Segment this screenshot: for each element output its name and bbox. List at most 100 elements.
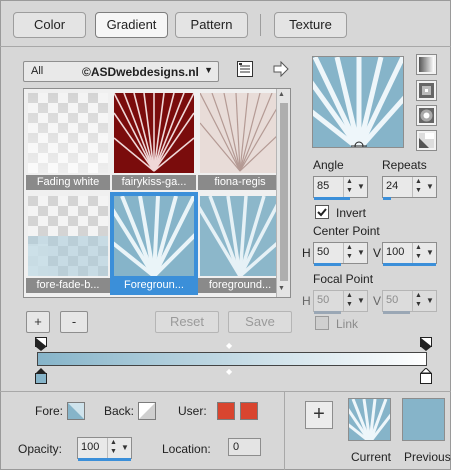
transparency-stop-right[interactable] <box>420 337 432 351</box>
gradient-thumbnail <box>28 196 108 276</box>
center-h-bar <box>314 263 341 266</box>
focal-v-bar <box>383 311 410 314</box>
opacity-value: 100 <box>81 441 100 453</box>
tab-pattern[interactable]: Pattern <box>175 12 248 38</box>
gradient-item-selected[interactable]: Foregroun... <box>110 192 198 295</box>
angle-value: 85 <box>317 180 330 192</box>
focal-v-updown-icon[interactable]: ▲ ▼ <box>412 291 424 311</box>
focal-v-label: V <box>373 294 382 308</box>
chevron-down-icon[interactable]: ▼ <box>355 243 367 263</box>
bottom-divider <box>0 391 451 392</box>
gradient-item[interactable]: Fading white <box>26 91 110 190</box>
focal-v-input[interactable]: 50 ▲ ▼ ▼ <box>382 290 437 314</box>
bottom-vertical-divider <box>284 391 285 470</box>
focal-h-updown-icon[interactable]: ▲ ▼ <box>343 291 355 311</box>
chevron-down-icon[interactable]: ▼ <box>424 291 436 311</box>
fore-label: Fore: <box>35 404 64 418</box>
gradient-item[interactable]: fairykiss-ga... <box>112 91 196 190</box>
repeats-input[interactable]: 24 ▲ ▼ ▼ <box>382 176 437 200</box>
gradient-name: fore-fade-b... <box>26 278 110 293</box>
chevron-down-icon[interactable]: ▼ <box>355 177 367 197</box>
linear-style-button[interactable] <box>416 54 437 75</box>
focal-h-input[interactable]: 50 ▲ ▼ ▼ <box>313 290 368 314</box>
center-h-label: H <box>302 246 311 260</box>
tab-separator <box>260 14 261 36</box>
repeats-label: Repeats <box>382 158 427 172</box>
gradient-preview[interactable] <box>312 56 404 148</box>
gradient-item[interactable]: fiona-regis <box>198 91 282 190</box>
tab-gradient[interactable]: Gradient <box>95 12 168 38</box>
center-v-label: V <box>373 246 382 260</box>
center-h-input[interactable]: 50 ▲ ▼ ▼ <box>313 242 368 266</box>
gradient-thumbnail <box>114 196 194 276</box>
resource-manager-icon[interactable] <box>236 60 254 78</box>
gradient-item[interactable]: fore-fade-b... <box>26 194 110 293</box>
center-v-input[interactable]: 100 ▲ ▼ ▼ <box>382 242 437 266</box>
scroll-down-icon[interactable]: ▼ <box>278 285 285 292</box>
opacity-input[interactable]: 100 ▲ ▼ ▼ <box>77 437 132 461</box>
link-checkbox[interactable] <box>315 316 329 330</box>
grid-scrollbar[interactable]: ▲ ▼ <box>276 89 290 297</box>
transparency-stop-left[interactable] <box>35 337 47 351</box>
tab-color[interactable]: Color <box>13 12 86 38</box>
add-to-swatches-button[interactable]: + <box>305 401 333 429</box>
invert-checkbox[interactable] <box>315 205 329 219</box>
opacity-updown-icon[interactable]: ▲ ▼ <box>107 438 119 458</box>
repeats-value: 24 <box>386 180 399 192</box>
reset-button[interactable]: Reset <box>155 311 219 333</box>
gradient-name: Fading white <box>26 175 110 190</box>
user-label: User: <box>178 404 207 418</box>
transparency-midpoint-icon[interactable]: ◆ <box>226 341 232 350</box>
gradient-item[interactable]: foreground... <box>198 194 282 293</box>
rectangular-style-button[interactable] <box>416 80 437 101</box>
current-swatch[interactable] <box>348 398 391 441</box>
chevron-down-icon[interactable]: ▼ <box>424 243 436 263</box>
gradient-name: foreground... <box>198 278 282 293</box>
scroll-up-icon[interactable]: ▲ <box>278 91 285 98</box>
back-label: Back: <box>104 404 135 418</box>
center-h-updown-icon[interactable]: ▲ ▼ <box>343 243 355 263</box>
current-label: Current <box>351 450 392 464</box>
fore-swatch[interactable] <box>67 402 85 420</box>
remove-stop-button[interactable]: - <box>60 311 88 333</box>
color-midpoint-icon[interactable]: ◆ <box>226 367 232 376</box>
angle-bar <box>314 197 350 200</box>
center-v-updown-icon[interactable]: ▲ ▼ <box>412 243 424 263</box>
location-label: Location: <box>162 442 211 456</box>
chevron-down-icon[interactable]: ▼ <box>424 177 436 197</box>
chevron-down-icon[interactable]: ▼ <box>119 438 131 458</box>
previous-swatch[interactable] <box>402 398 445 441</box>
gradient-library-grid: Fading white fairykiss-ga... fiona-regis… <box>23 88 291 298</box>
repeats-updown-icon[interactable]: ▲ ▼ <box>412 177 424 197</box>
gradient-category-dropdown[interactable]: All ©ASDwebdesigns.nl ▼ <box>23 61 219 82</box>
user-color-swatch-2[interactable] <box>240 402 258 420</box>
user-color-swatch-1[interactable] <box>217 402 235 420</box>
tab-divider <box>0 46 451 47</box>
location-input[interactable]: 0 <box>228 438 261 456</box>
back-swatch[interactable] <box>138 402 156 420</box>
chevron-down-icon: ▼ <box>204 65 213 75</box>
add-stop-button[interactable]: + <box>26 311 50 333</box>
focal-h-label: H <box>302 294 311 308</box>
chevron-down-icon[interactable]: ▼ <box>355 291 367 311</box>
angle-updown-icon[interactable]: ▲ ▼ <box>343 177 355 197</box>
link-label: Link <box>336 317 359 331</box>
color-stop-right[interactable] <box>419 367 433 384</box>
dropdown-value: All <box>31 65 44 77</box>
gradient-name: Foregroun... <box>112 278 196 293</box>
gradient-bar[interactable] <box>37 352 427 366</box>
sunburst-style-button[interactable] <box>416 105 437 126</box>
arrow-right-icon[interactable] <box>272 60 290 78</box>
invert-label: Invert <box>336 206 367 220</box>
save-button[interactable]: Save <box>228 311 292 333</box>
color-stop-left[interactable] <box>35 368 47 384</box>
gradient-thumbnail <box>200 196 280 276</box>
scrollbar-thumb[interactable] <box>280 103 288 281</box>
tab-texture[interactable]: Texture <box>274 12 347 38</box>
radial-style-button[interactable] <box>416 130 437 151</box>
focal-point-label: Focal Point <box>313 272 374 286</box>
angle-input[interactable]: 85 ▲ ▼ ▼ <box>313 176 368 200</box>
opacity-bar <box>78 458 131 461</box>
gradient-thumbnail <box>28 93 108 173</box>
gradient-name: fiona-regis <box>198 175 282 190</box>
